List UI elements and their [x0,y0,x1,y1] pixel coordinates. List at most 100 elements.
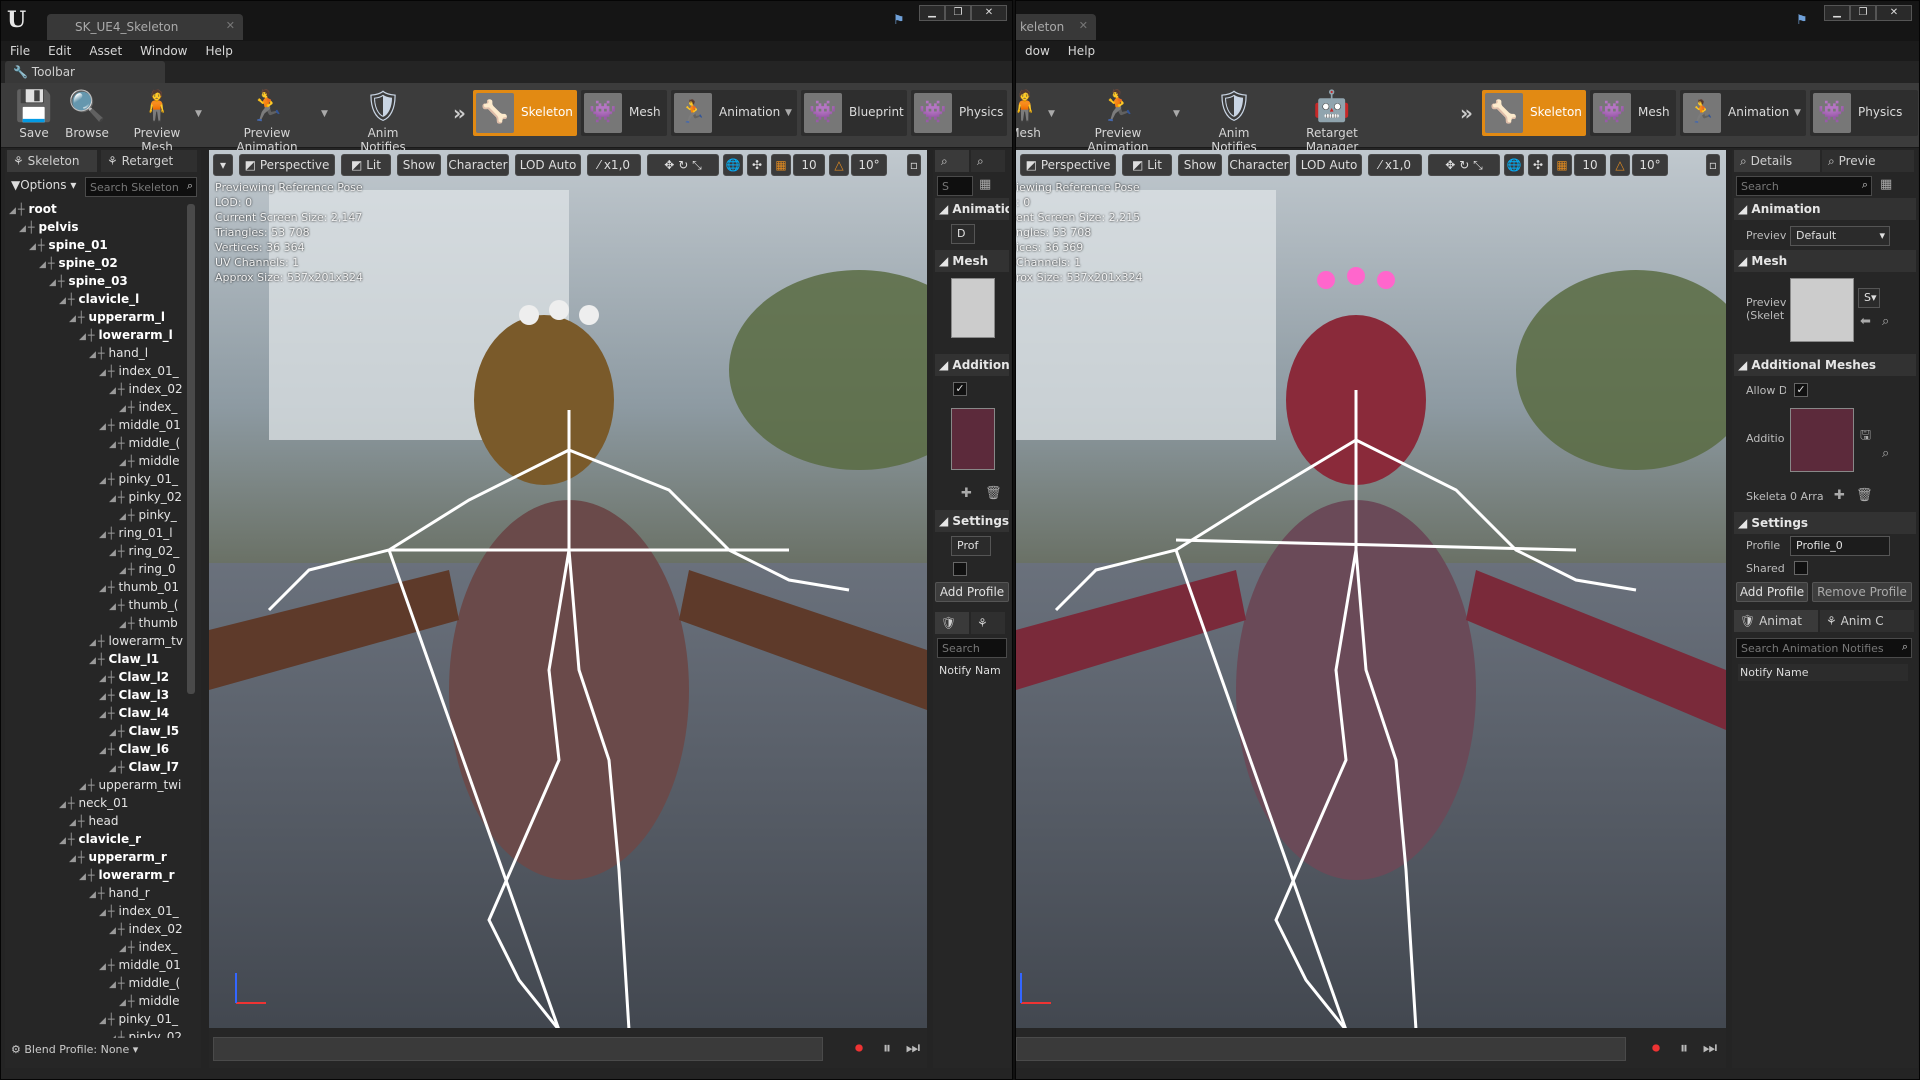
section-mesh[interactable]: ◢ Mesh [1734,250,1916,272]
skeleton-search-input[interactable]: Search Skeleton ⌕ [85,177,197,197]
preview-animation-button[interactable]: 🏃 Preview Animation [1066,86,1170,154]
anim-notifies-button[interactable]: 🛡 Anim Notifies [343,86,423,154]
expand-arrow-icon[interactable]: ◢ [99,674,106,684]
expand-arrow-icon[interactable]: ◢ [119,620,126,630]
tab-anim-notifies[interactable]: 🛡 Animat [1734,610,1818,632]
expand-arrow-icon[interactable]: ◢ [9,206,16,216]
close-tab-icon[interactable]: ✕ [1079,19,1088,32]
bone-row[interactable]: ◢ ┼ index_01_ [9,904,179,922]
pause-button[interactable]: ⏸ [1674,1038,1694,1058]
add-element-icon[interactable]: ✚ [1834,488,1845,503]
mode-animation[interactable]: 🏃 Animation ▼ [1680,90,1806,136]
shared-checkbox[interactable] [1794,561,1808,575]
trash-icon[interactable]: 🗑 [1856,488,1873,503]
bone-row[interactable]: ◢ ┼ Claw_l4 [9,706,169,724]
expand-arrow-icon[interactable]: ◢ [119,998,126,1008]
expand-arrow-icon[interactable]: ◢ [119,512,126,522]
bone-row[interactable]: ◢ ┼ pelvis [9,220,78,238]
retarget-manager-button[interactable]: 🤖 Retarget Manager [1280,86,1384,154]
notify-search-input[interactable]: Search [937,638,1007,658]
mode-skeleton[interactable]: 🦴 Skeleton [473,90,577,136]
anim-notifies-button[interactable]: 🛡 Anim Notifies [1194,86,1274,154]
bone-row[interactable]: ◢ ┼ Claw_l3 [9,688,169,706]
document-tab[interactable]: keleton ✕ [1016,14,1096,40]
grid-size-value[interactable]: 10 [1574,154,1606,176]
tab-curves-narrow[interactable]: ⚘ [971,612,1005,634]
viewport-right[interactable]: ◩ Perspective ◩ Lit Show Character LOD A… [1016,150,1726,1068]
expand-arrow-icon[interactable]: ◢ [109,440,116,450]
menu-help[interactable]: Help [196,41,241,61]
perspective-button[interactable]: ◩ Perspective [1020,154,1116,176]
character-button[interactable]: Character [447,154,509,176]
close-tab-icon[interactable]: ✕ [226,19,235,32]
allow-checkbox[interactable]: ✓ [953,382,967,396]
animation-combo[interactable]: D [951,224,975,244]
bone-row[interactable]: ◢ ┼ Claw_l2 [9,670,169,688]
bone-row[interactable]: ◢ ┼ spine_03 [9,274,128,292]
grid-size-value[interactable]: 10 [793,154,825,176]
world-space-icon[interactable]: 🌐 [723,154,743,176]
expand-arrow-icon[interactable]: ◢ [99,422,106,432]
expand-arrow-icon[interactable]: ◢ [119,404,126,414]
options-dropdown[interactable]: ▼Options ▾ [11,178,76,192]
close-window-button[interactable]: ✕ [1876,5,1912,21]
allow-checkbox[interactable]: ✓ [1794,383,1808,397]
expand-arrow-icon[interactable]: ◢ [59,836,66,846]
expand-arrow-icon[interactable]: ◢ [99,530,106,540]
bone-row[interactable]: ◢ ┼ index_01_ [9,364,179,382]
trash-icon[interactable]: 🗑 [985,486,1002,501]
source-control-icon[interactable]: ⚑ [893,13,905,28]
tab-anim-curves[interactable]: ⚘ Anim C [1820,610,1914,632]
bone-row[interactable]: ◢ ┼ lowerarm_l [9,328,173,346]
tab-retarget[interactable]: ⚘ Retarget [101,150,197,172]
expand-arrow-icon[interactable]: ◢ [49,278,56,288]
expand-arrow-icon[interactable]: ◢ [109,386,116,396]
preview-animation-combo[interactable]: Default ▾ [1790,226,1890,246]
expand-arrow-icon[interactable]: ◢ [109,764,116,774]
section-animation[interactable]: ◢ Animation [935,198,1009,220]
bone-row[interactable]: ◢ ┼ ring_02_ [9,544,179,562]
blend-profile-dropdown[interactable]: ⚙ Blend Profile: None ▾ [11,1043,138,1056]
save-asset-icon[interactable]: 🖫 [1860,426,1871,448]
bone-row[interactable]: ◢ ┼ middle_( [9,436,180,454]
rotation-snap-value[interactable]: 10° [851,154,887,176]
preview-mesh-dropdown-icon[interactable]: ▼ [1048,109,1055,119]
profile-input[interactable]: Profile_0 [1790,536,1890,556]
lit-button[interactable]: ◩ Lit [341,154,391,176]
bone-row[interactable]: ◢ ┼ clavicle_r [9,832,141,850]
bone-row[interactable]: ◢ ┼ thumb_( [9,598,178,616]
expand-arrow-icon[interactable]: ◢ [19,224,26,234]
mode-blueprint[interactable]: 👾 Blueprint [801,90,907,136]
expand-arrow-icon[interactable]: ◢ [99,692,106,702]
expand-arrow-icon[interactable]: ◢ [99,1016,106,1026]
toolbar-tab[interactable]: 🔧 Toolbar [5,61,165,83]
bone-row[interactable]: ◢ ┼ index_ [9,400,177,418]
viewport-maximize-button[interactable]: ▫ [907,154,921,176]
perspective-button[interactable]: ◩ Perspective [239,154,335,176]
bone-row[interactable]: ◢ ┼ spine_02 [9,256,118,274]
bone-row[interactable]: ◢ ┼ lowerarm_tv [9,634,183,652]
tab-notifies-narrow[interactable]: 🛡 [935,612,969,634]
details-search-input[interactable]: Search ⌕ [1736,176,1872,196]
bone-row[interactable]: ◢ ┼ index_ [9,940,177,958]
expand-arrow-icon[interactable]: ◢ [119,944,126,954]
show-button[interactable]: Show [1178,154,1222,176]
preview-mesh-thumbnail[interactable] [1790,278,1854,342]
world-space-icon[interactable]: 🌐 [1504,154,1524,176]
expand-arrow-icon[interactable]: ◢ [69,314,76,324]
transform-tools[interactable]: ✥ ↻ ⤡ [1428,154,1500,176]
bone-row[interactable]: ◢ ┼ Claw_l5 [9,724,179,742]
expand-arrow-icon[interactable]: ◢ [79,332,86,342]
minimize-button[interactable]: ▁ [1824,5,1850,21]
expand-arrow-icon[interactable]: ◢ [119,458,126,468]
mode-mesh[interactable]: 👾 Mesh [1590,90,1676,136]
bone-row[interactable]: ◢ ┼ index_02 [9,382,183,400]
expand-arrow-icon[interactable]: ◢ [99,476,106,486]
source-control-icon[interactable]: ⚑ [1796,13,1808,28]
expand-arrow-icon[interactable]: ◢ [99,908,106,918]
menu-help[interactable]: Help [1059,41,1104,61]
bone-row[interactable]: ◢ ┼ middle_01 [9,418,181,436]
expand-arrow-icon[interactable]: ◢ [89,656,96,666]
bone-row[interactable]: ◢┼pinky_02 [9,1030,182,1038]
tab-skeleton[interactable]: ⚘ Skeleton [7,150,97,172]
